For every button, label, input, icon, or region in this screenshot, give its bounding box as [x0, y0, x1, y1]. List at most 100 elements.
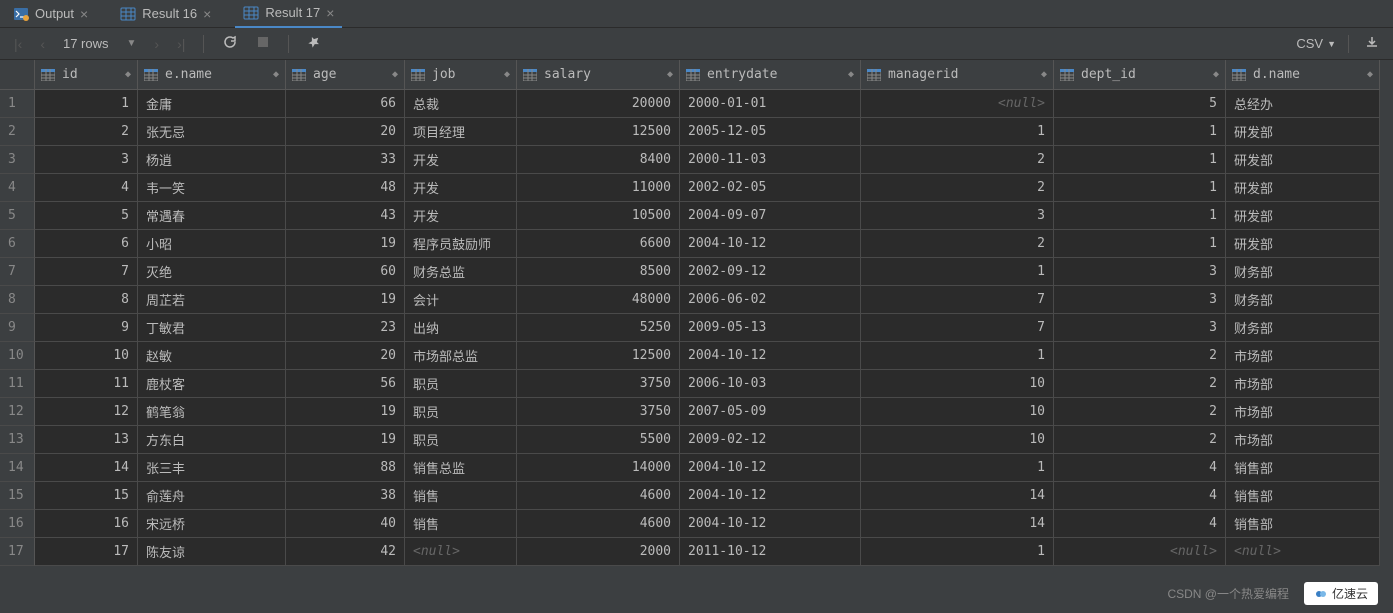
cell-salary[interactable]: 5250 [517, 314, 680, 342]
sort-icon[interactable]: ◆ [392, 69, 398, 80]
nav-prev-button[interactable]: ‹ [36, 34, 49, 54]
cell-age[interactable]: 33 [286, 146, 405, 174]
cell-e-name[interactable]: 俞莲舟 [138, 482, 286, 510]
cell-age[interactable]: 88 [286, 454, 405, 482]
chevron-down-icon[interactable]: ▼ [123, 36, 141, 51]
cell-job[interactable]: 财务总监 [405, 258, 517, 286]
cell-d-name[interactable]: 销售部 [1226, 482, 1380, 510]
cell-id[interactable]: 1 [35, 90, 138, 118]
cell-managerid[interactable]: 2 [861, 174, 1054, 202]
cell-id[interactable]: 12 [35, 398, 138, 426]
cell-job[interactable]: 总裁 [405, 90, 517, 118]
sort-icon[interactable]: ◆ [1367, 69, 1373, 80]
cell-managerid[interactable]: <null> [861, 90, 1054, 118]
cell-age[interactable]: 19 [286, 398, 405, 426]
cell-age[interactable]: 56 [286, 370, 405, 398]
cell-age[interactable]: 60 [286, 258, 405, 286]
cell-dept_id[interactable]: 3 [1054, 286, 1226, 314]
pin-button[interactable] [303, 33, 325, 54]
cell-managerid[interactable]: 14 [861, 510, 1054, 538]
column-header-entrydate[interactable]: entrydate◆ [680, 60, 861, 90]
cell-dept_id[interactable]: 1 [1054, 202, 1226, 230]
cell-id[interactable]: 5 [35, 202, 138, 230]
cell-dept_id[interactable]: 2 [1054, 370, 1226, 398]
cell-dept_id[interactable]: 5 [1054, 90, 1226, 118]
cell-d-name[interactable]: 市场部 [1226, 342, 1380, 370]
row-number[interactable]: 4 [0, 174, 35, 202]
row-number[interactable]: 14 [0, 454, 35, 482]
cell-d-name[interactable]: 总经办 [1226, 90, 1380, 118]
cell-id[interactable]: 17 [35, 538, 138, 566]
row-number[interactable]: 2 [0, 118, 35, 146]
cell-job[interactable]: 职员 [405, 370, 517, 398]
cell-salary[interactable]: 3750 [517, 370, 680, 398]
row-number[interactable]: 16 [0, 510, 35, 538]
cell-job[interactable]: 职员 [405, 426, 517, 454]
cell-e-name[interactable]: 小昭 [138, 230, 286, 258]
column-header-e-name[interactable]: e.name◆ [138, 60, 286, 90]
column-header-job[interactable]: job◆ [405, 60, 517, 90]
cell-entrydate[interactable]: 2006-10-03 [680, 370, 861, 398]
cell-d-name[interactable]: 市场部 [1226, 398, 1380, 426]
sort-icon[interactable]: ◆ [1213, 69, 1219, 80]
cell-managerid[interactable]: 10 [861, 370, 1054, 398]
cell-salary[interactable]: 20000 [517, 90, 680, 118]
cell-age[interactable]: 19 [286, 286, 405, 314]
nav-last-button[interactable]: ›| [173, 34, 189, 54]
cell-job[interactable]: 开发 [405, 202, 517, 230]
cell-managerid[interactable]: 10 [861, 426, 1054, 454]
cell-e-name[interactable]: 赵敏 [138, 342, 286, 370]
cell-salary[interactable]: 14000 [517, 454, 680, 482]
cell-salary[interactable]: 8400 [517, 146, 680, 174]
cell-d-name[interactable]: 市场部 [1226, 426, 1380, 454]
cell-age[interactable]: 20 [286, 118, 405, 146]
cell-dept_id[interactable]: 4 [1054, 510, 1226, 538]
cell-job[interactable]: 项目经理 [405, 118, 517, 146]
cell-salary[interactable]: 10500 [517, 202, 680, 230]
cell-e-name[interactable]: 鹤笔翁 [138, 398, 286, 426]
cell-e-name[interactable]: 常遇春 [138, 202, 286, 230]
cell-e-name[interactable]: 张无忌 [138, 118, 286, 146]
reload-button[interactable] [218, 32, 242, 55]
cell-id[interactable]: 16 [35, 510, 138, 538]
cell-age[interactable]: 66 [286, 90, 405, 118]
cell-entrydate[interactable]: 2002-09-12 [680, 258, 861, 286]
cell-d-name[interactable]: 销售部 [1226, 454, 1380, 482]
cell-salary[interactable]: 2000 [517, 538, 680, 566]
cell-id[interactable]: 4 [35, 174, 138, 202]
cell-entrydate[interactable]: 2011-10-12 [680, 538, 861, 566]
cell-entrydate[interactable]: 2005-12-05 [680, 118, 861, 146]
row-number[interactable]: 17 [0, 538, 35, 566]
cell-age[interactable]: 20 [286, 342, 405, 370]
cell-dept_id[interactable]: <null> [1054, 538, 1226, 566]
cell-dept_id[interactable]: 4 [1054, 454, 1226, 482]
cell-job[interactable]: 出纳 [405, 314, 517, 342]
sort-icon[interactable]: ◆ [504, 69, 510, 80]
cell-salary[interactable]: 4600 [517, 510, 680, 538]
cell-e-name[interactable]: 周芷若 [138, 286, 286, 314]
cell-dept_id[interactable]: 3 [1054, 314, 1226, 342]
cell-job[interactable]: 开发 [405, 146, 517, 174]
cell-entrydate[interactable]: 2006-06-02 [680, 286, 861, 314]
cell-e-name[interactable]: 韦一笑 [138, 174, 286, 202]
cell-e-name[interactable]: 丁敏君 [138, 314, 286, 342]
cell-salary[interactable]: 12500 [517, 118, 680, 146]
cell-id[interactable]: 6 [35, 230, 138, 258]
cell-id[interactable]: 2 [35, 118, 138, 146]
cell-managerid[interactable]: 1 [861, 342, 1054, 370]
sort-icon[interactable]: ◆ [125, 69, 131, 80]
cell-d-name[interactable]: 财务部 [1226, 258, 1380, 286]
cell-entrydate[interactable]: 2004-10-12 [680, 454, 861, 482]
cell-e-name[interactable]: 杨逍 [138, 146, 286, 174]
cell-job[interactable]: 销售 [405, 482, 517, 510]
cell-job[interactable]: 开发 [405, 174, 517, 202]
cell-salary[interactable]: 4600 [517, 482, 680, 510]
cell-e-name[interactable]: 陈友谅 [138, 538, 286, 566]
column-header-id[interactable]: id◆ [35, 60, 138, 90]
export-csv-button[interactable]: CSV ▼ [1296, 36, 1336, 51]
nav-first-button[interactable]: |‹ [10, 34, 26, 54]
column-header-managerid[interactable]: managerid◆ [861, 60, 1054, 90]
cell-age[interactable]: 19 [286, 230, 405, 258]
cell-salary[interactable]: 3750 [517, 398, 680, 426]
row-number[interactable]: 10 [0, 342, 35, 370]
